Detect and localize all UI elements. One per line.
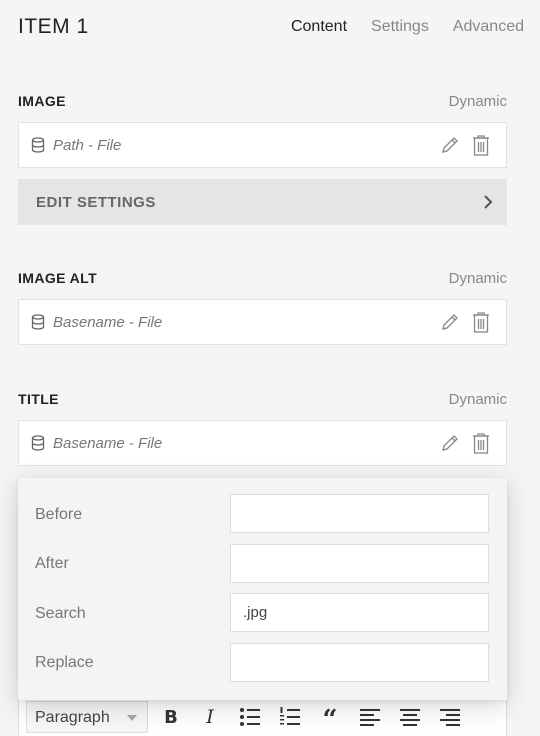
database-icon [31, 435, 45, 451]
database-icon [31, 137, 45, 153]
edit-settings-label: EDIT SETTINGS [36, 194, 156, 211]
image-section-label: IMAGE [18, 93, 66, 109]
pencil-icon[interactable] [440, 135, 460, 155]
trash-icon[interactable] [471, 134, 491, 156]
title-field[interactable]: Basename - File [18, 420, 507, 466]
align-left-icon[interactable] [358, 705, 382, 729]
header: ITEM 1 Content Settings Advanced [0, 0, 540, 56]
database-icon [31, 314, 45, 330]
title-section-label: TITLE [18, 391, 59, 407]
page-title: ITEM 1 [18, 15, 89, 38]
before-input[interactable] [230, 494, 489, 533]
pencil-icon[interactable] [440, 433, 460, 453]
title-dynamic-link[interactable]: Dynamic [449, 391, 507, 408]
dynamic-options-popup: Before After Search Replace [18, 478, 507, 700]
image-field-value: Path - File [53, 137, 122, 154]
after-label: After [35, 555, 69, 572]
title-field-value: Basename - File [53, 435, 163, 452]
before-label: Before [35, 506, 83, 523]
chevron-right-icon [484, 195, 493, 209]
bold-button[interactable]: B [159, 705, 183, 729]
image-alt-section-label: IMAGE ALT [18, 270, 98, 286]
tab-advanced[interactable]: Advanced [453, 18, 524, 36]
numbered-list-icon[interactable] [278, 705, 302, 729]
image-alt-field[interactable]: Basename - File [18, 299, 507, 345]
align-center-icon[interactable] [398, 705, 422, 729]
italic-button[interactable]: I [198, 705, 222, 729]
editor-toolbar: Paragraph B I “ [18, 700, 507, 736]
tab-content[interactable]: Content [291, 18, 347, 36]
replace-label: Replace [35, 654, 94, 671]
edit-settings-button[interactable]: EDIT SETTINGS [18, 179, 507, 225]
image-dynamic-link[interactable]: Dynamic [449, 93, 507, 110]
after-input[interactable] [230, 544, 489, 583]
format-select-value: Paragraph [35, 709, 110, 726]
pencil-icon[interactable] [440, 312, 460, 332]
trash-icon[interactable] [471, 311, 491, 333]
blockquote-button[interactable]: “ [318, 705, 342, 735]
search-label: Search [35, 605, 86, 622]
image-alt-field-value: Basename - File [53, 314, 163, 331]
search-input[interactable] [230, 593, 489, 632]
tab-settings[interactable]: Settings [371, 18, 429, 36]
caret-down-icon [127, 715, 137, 721]
trash-icon[interactable] [471, 432, 491, 454]
format-select[interactable]: Paragraph [26, 701, 148, 733]
replace-input[interactable] [230, 643, 489, 682]
tab-bar: Content Settings Advanced [291, 18, 524, 36]
image-field[interactable]: Path - File [18, 122, 507, 168]
image-alt-dynamic-link[interactable]: Dynamic [449, 270, 507, 287]
bullet-list-icon[interactable] [238, 705, 262, 729]
align-right-icon[interactable] [438, 705, 462, 729]
